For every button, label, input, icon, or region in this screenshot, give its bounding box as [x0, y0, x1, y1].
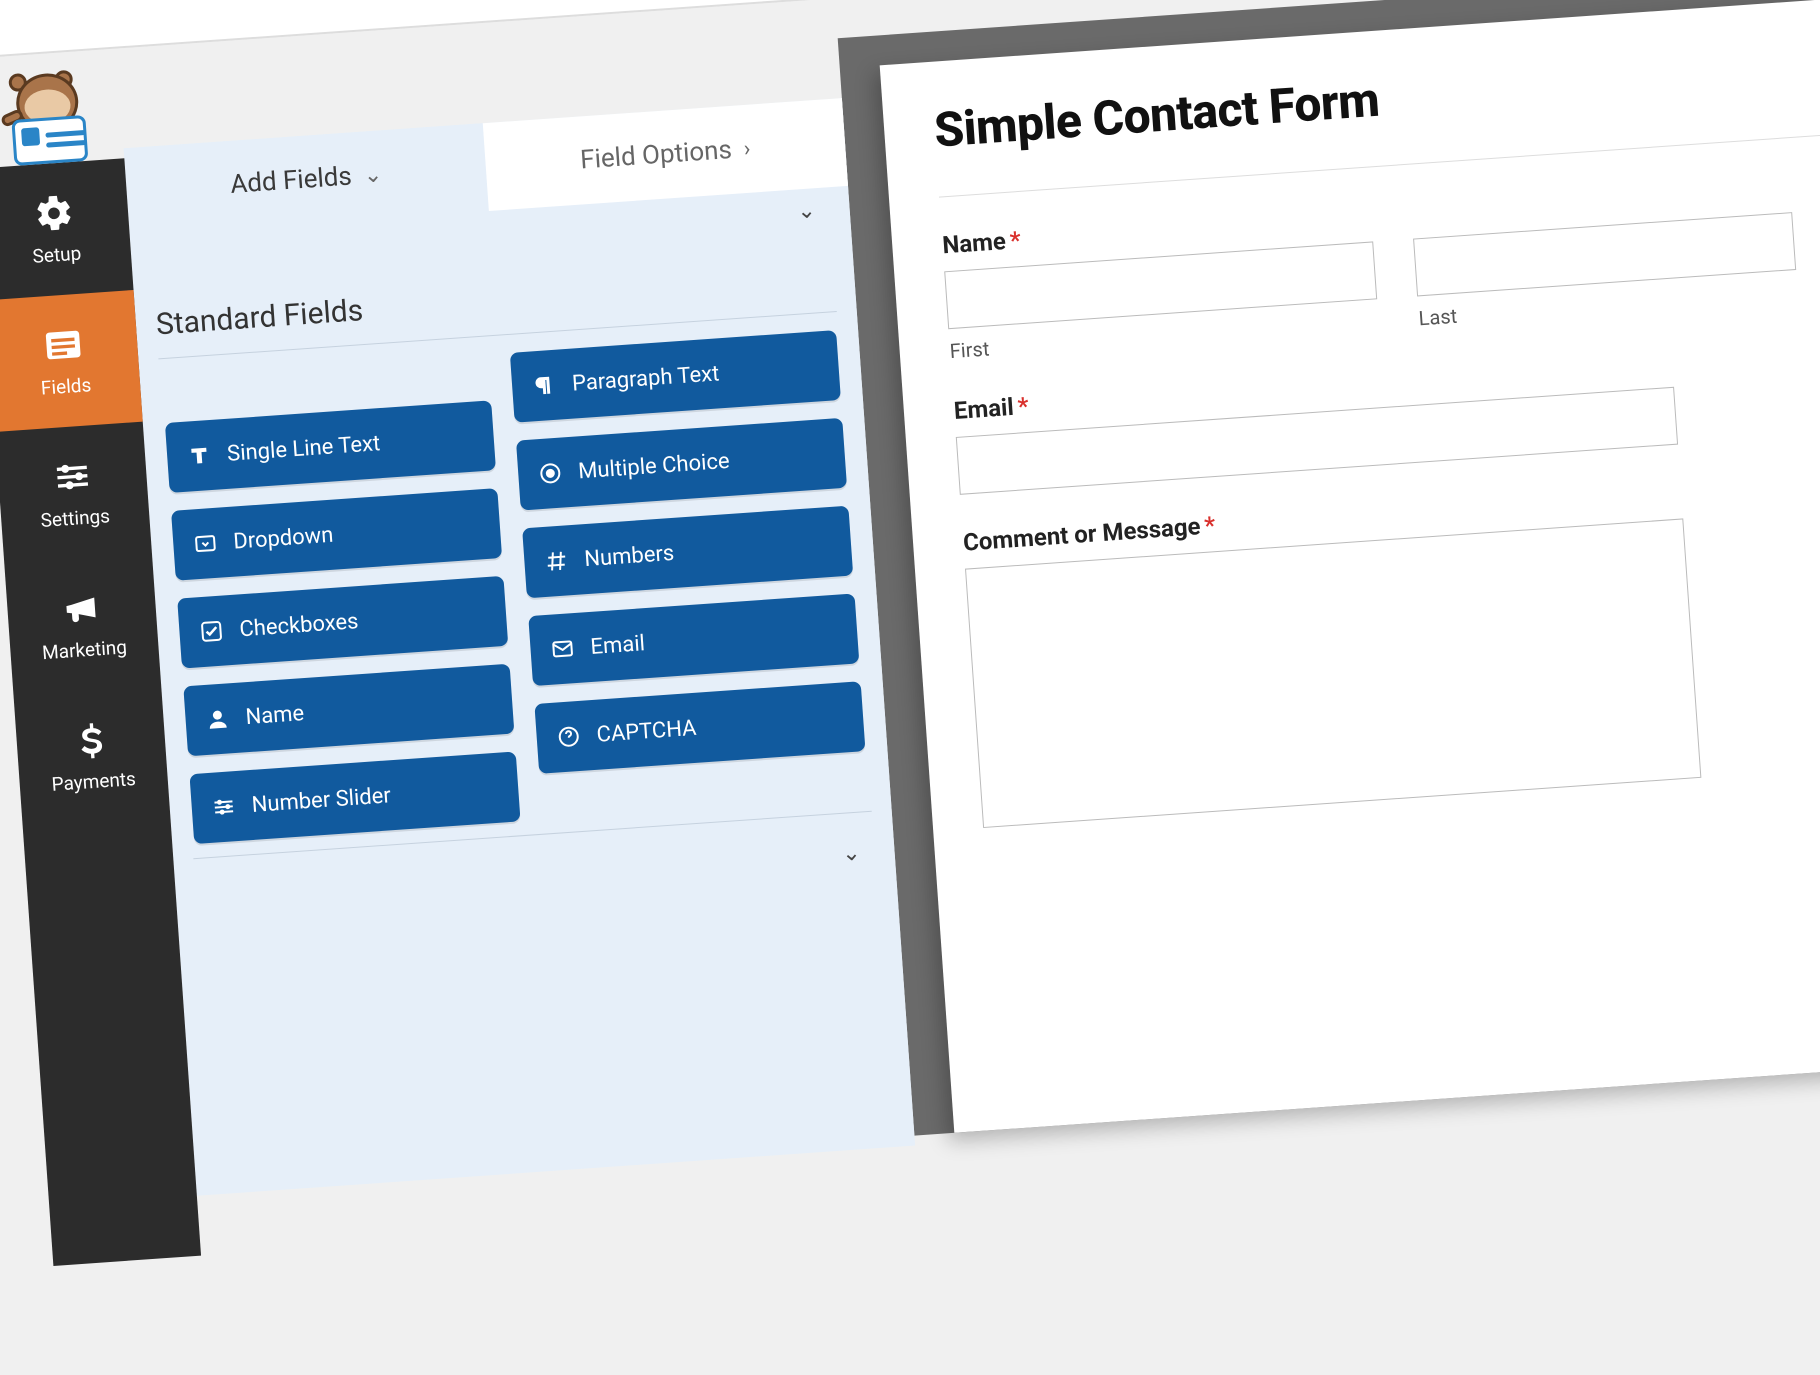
text-icon — [186, 443, 212, 469]
required-asterisk: * — [1017, 392, 1030, 421]
field-dropdown[interactable]: Dropdown — [171, 488, 502, 581]
chevron-down-icon: ⌄ — [841, 840, 871, 867]
nav-label: Fields — [40, 373, 92, 399]
nav-label: Payments — [51, 767, 137, 796]
chevron-right-icon: › — [743, 136, 751, 161]
fields-panel: Add Fields ⌄ Field Options › ⌄ Standard … — [124, 98, 915, 1196]
field-email[interactable]: Email — [528, 593, 859, 686]
field-label: Multiple Choice — [577, 448, 730, 484]
dropdown-icon — [193, 531, 219, 557]
field-label: CAPTCHA — [596, 715, 697, 747]
envelope-icon — [550, 636, 576, 662]
nav-fields[interactable]: Fields — [0, 290, 143, 432]
nav-label: Marketing — [41, 635, 127, 664]
message-textarea[interactable] — [965, 518, 1701, 828]
field-label: Single Line Text — [226, 431, 381, 467]
required-asterisk: * — [1009, 226, 1022, 255]
field-name[interactable]: Name — [183, 664, 514, 757]
tab-label: Field Options — [579, 135, 733, 176]
nav-marketing[interactable]: Marketing — [4, 553, 161, 695]
gear-icon — [33, 191, 76, 234]
field-single-line-text[interactable]: Single Line Text — [165, 400, 496, 493]
nav-label: Setup — [32, 241, 82, 267]
radio-icon — [538, 461, 564, 487]
dollar-icon — [69, 718, 112, 761]
form-title: Simple Contact Form — [932, 28, 1820, 159]
user-icon — [205, 706, 231, 732]
nav-setup[interactable]: Setup — [0, 158, 134, 300]
field-multiple-choice[interactable]: Multiple Choice — [516, 418, 847, 511]
slider-icon — [211, 794, 237, 820]
field-label: Email — [590, 631, 646, 660]
question-icon — [556, 724, 582, 750]
bullhorn-icon — [60, 587, 103, 630]
form-preview: Simple Contact Form Name* First Last Ema… — [880, 0, 1820, 1133]
field-label: Checkboxes — [239, 609, 360, 642]
preview-frame: Simple Contact Form Name* First Last Ema… — [838, 0, 1820, 1136]
form-icon — [42, 323, 85, 366]
field-number-slider[interactable]: Number Slider — [189, 751, 520, 844]
paragraph-icon — [531, 373, 557, 399]
chevron-down-icon: ⌄ — [363, 162, 383, 188]
field-numbers[interactable]: Numbers — [522, 506, 853, 599]
field-label: Numbers — [584, 540, 675, 571]
field-label: Number Slider — [251, 783, 392, 818]
field-label: Dropdown — [232, 522, 334, 554]
section-toggle-next[interactable]: ⌄ — [175, 828, 896, 919]
wpforms-mascot-logo — [0, 70, 96, 166]
field-label: Paragraph Text — [571, 361, 720, 396]
nav-settings[interactable]: Settings — [0, 422, 152, 564]
chevron-down-icon: ⌄ — [796, 198, 826, 225]
field-label: Name — [245, 701, 305, 730]
nav-label: Settings — [40, 504, 111, 532]
hash-icon — [544, 548, 570, 574]
required-asterisk: * — [1203, 511, 1216, 540]
sliders-icon — [51, 455, 94, 498]
field-paragraph-text[interactable]: Paragraph Text — [510, 330, 841, 423]
tab-label: Add Fields — [229, 162, 352, 200]
field-captcha[interactable]: CAPTCHA — [534, 681, 865, 774]
nav-payments[interactable]: Payments — [14, 685, 171, 827]
field-checkboxes[interactable]: Checkboxes — [177, 576, 508, 669]
check-icon — [199, 619, 225, 645]
